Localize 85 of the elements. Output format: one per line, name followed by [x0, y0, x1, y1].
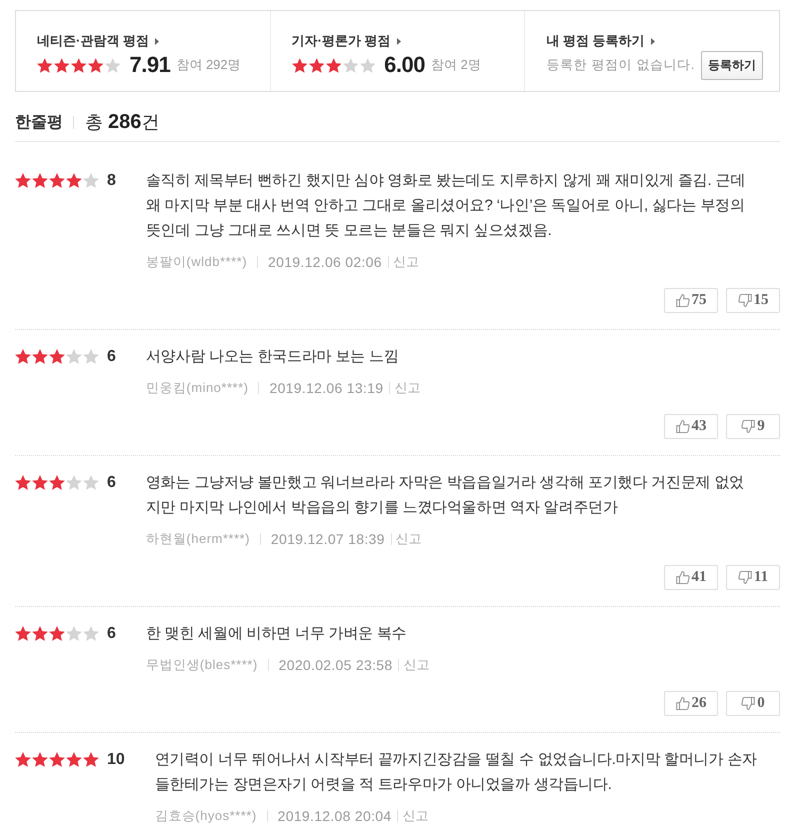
review-score: 6 [107, 348, 116, 366]
participant-count: 참여 292명 [176, 56, 241, 74]
review-text: 솔직히 제목부터 뻔하긴 했지만 심야 영화로 봤는데도 지루하지 않게 꽤 재미있게 즐김. 근데 왜 마지막 부분 대사 번역 안하고 그대로 올리셨어요? ‘나인’은 독일어로 아니, 싫다는 부정의 뜻인데 그냥 그대로 쓰시면 뜻 모르는 분들은 뭐지 싶으셨겠음. [146, 171, 746, 241]
star-icon [15, 475, 31, 490]
thumbs-down-icon [741, 420, 756, 433]
dislike-button[interactable]: 11 [726, 565, 780, 590]
star-icon [66, 752, 82, 767]
review-score: 6 [107, 624, 116, 642]
dislike-button[interactable]: 9 [726, 414, 780, 439]
review-text: 연기력이 너무 뛰어나서 시작부터 끝까지긴장감을 떨칠 수 없었습니다.마지막 할머니가 손자들한테가는 장면은자기 어렷을 적 트라우마가 아니었을까 생각듭니다. [154, 750, 758, 795]
star-icon [32, 626, 48, 641]
dislike-button[interactable]: 15 [726, 288, 780, 313]
author-name: 하현월(herm****) [146, 530, 250, 548]
no-rating-message: 등록한 평점이 없습니다. [546, 56, 695, 74]
star-icon [32, 349, 48, 364]
star-icon [49, 475, 65, 490]
like-button[interactable]: 43 [664, 414, 718, 439]
star-icon [292, 58, 308, 72]
star-icon [15, 349, 31, 364]
register-button[interactable]: 등록하기 [700, 50, 763, 80]
section-title: 한줄평 [15, 112, 63, 132]
average-score: 7.91 [130, 52, 170, 78]
star-icon [83, 475, 99, 490]
star-icon [32, 173, 48, 188]
thumbs-up-icon [676, 420, 690, 433]
review-score: 8 [107, 172, 116, 190]
thumbs-up-icon [676, 571, 690, 584]
review-date: 2019.12.06 13:19 [269, 380, 384, 396]
author-name: 김효승(hyos****) [154, 807, 257, 825]
star-icon [66, 173, 82, 188]
like-button[interactable]: 26 [664, 691, 718, 716]
like-button[interactable]: 75 [664, 288, 718, 313]
participant-count: 참여 2명 [431, 56, 481, 74]
thumbs-up-icon [676, 294, 690, 307]
average-score: 6.00 [384, 52, 425, 78]
my-rating-link[interactable]: 내 평점 등록하기 [546, 32, 655, 50]
review-total-count: 총 286건 [85, 110, 160, 134]
author-name: 무법인생(bles****) [146, 656, 258, 674]
caret-icon [154, 38, 159, 44]
rating-title-link[interactable]: 기자·평론가 평점 [292, 32, 401, 50]
star-icon [83, 349, 99, 364]
star-icon [49, 349, 65, 364]
review-text: 영화는 그냥저냥 볼만했고 워너브라라 자막은 박읍읍일거라 생각해 포기했다 거진문제 없었지만 마지막 나인에서 박읍읍의 향기를 느꼈다억울하면 역자 알려주던가 [146, 473, 746, 518]
star-icon [83, 752, 99, 767]
star-icon [360, 58, 376, 72]
review-text: 서양사람 나오는 한국드라마 보는 느낌 [146, 347, 400, 367]
dislike-button[interactable]: 0 [726, 691, 780, 716]
star-icon [54, 58, 70, 72]
star-icon [49, 626, 65, 641]
review-text: 한 맺힌 세월에 비하면 너무 가벼운 복수 [146, 624, 408, 644]
star-icon [326, 58, 342, 72]
star-icon [37, 58, 52, 72]
star-icon [66, 349, 82, 364]
star-icon [105, 58, 120, 72]
star-icon [49, 173, 65, 188]
author-name: 봉팔이(wldb****) [146, 253, 248, 271]
star-icon [83, 173, 99, 188]
thumbs-up-icon [676, 697, 690, 710]
like-button[interactable]: 41 [664, 565, 718, 590]
star-icon [71, 58, 86, 72]
star-icon [83, 626, 99, 641]
review-date: 2019.12.07 18:39 [270, 531, 385, 547]
caret-icon [396, 38, 401, 44]
review-date: 2019.12.08 20:04 [278, 808, 392, 824]
review-score: 10 [107, 750, 125, 768]
review-date: 2019.12.06 02:06 [268, 254, 382, 270]
star-icon [88, 58, 104, 72]
star-icon [15, 626, 31, 641]
star-icon [66, 626, 82, 641]
author-name: 민웅킴(mino****) [146, 379, 248, 397]
review-score: 6 [107, 474, 116, 492]
star-icon [15, 173, 31, 188]
star-icon [66, 475, 82, 490]
star-icon [32, 752, 48, 767]
thumbs-down-icon [741, 697, 756, 710]
star-icon [32, 475, 48, 490]
star-icon [49, 752, 65, 767]
caret-icon [650, 38, 655, 44]
thumbs-down-icon [738, 571, 752, 584]
star-icon [342, 58, 358, 72]
star-icon [308, 58, 324, 72]
review-date: 2020.02.05 23:58 [278, 657, 392, 673]
thumbs-down-icon [738, 294, 752, 307]
star-icon [15, 752, 31, 767]
rating-title-link[interactable]: 네티즌·관람객 평점 [37, 32, 159, 50]
